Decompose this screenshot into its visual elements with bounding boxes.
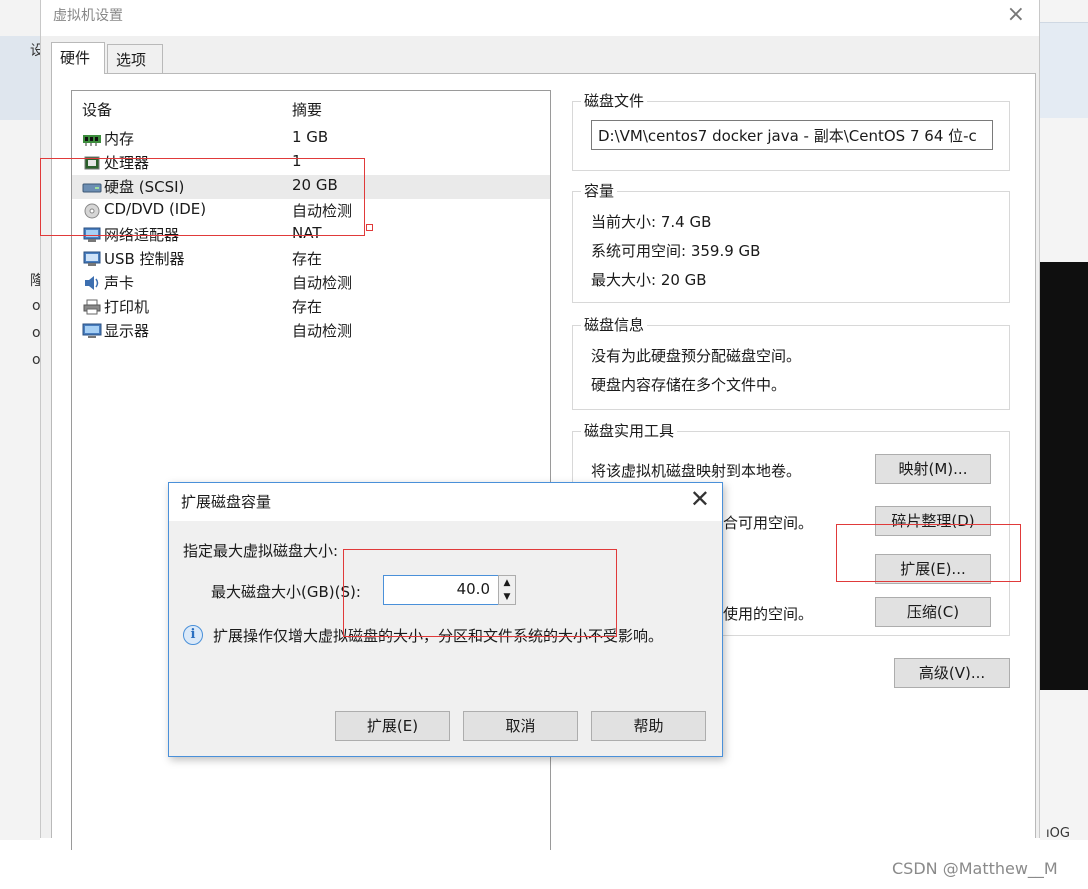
device-name: 硬盘 (SCSI) — [104, 178, 185, 196]
device-name: 显示器 — [104, 322, 150, 340]
info-icon: i — [183, 625, 203, 645]
background-right-panel: ıOG — [1040, 0, 1088, 841]
background-left-panel: 设 隆 o o o — [0, 0, 44, 840]
device-row-display[interactable]: 显示器 自动检测 — [72, 319, 550, 343]
group-title: 磁盘实用工具 — [581, 420, 678, 441]
specify-size-label: 指定最大虚拟磁盘大小: — [183, 542, 339, 560]
dialog-expand-button[interactable]: 扩展(E) — [335, 711, 450, 741]
tab-options[interactable]: 选项 — [107, 44, 163, 74]
expand-button[interactable]: 扩展(E)... — [875, 554, 991, 584]
device-summary: 自动检测 — [292, 274, 353, 292]
column-header-summary[interactable]: 摘要 — [292, 99, 322, 120]
current-size-text: 当前大小: 7.4 GB — [591, 213, 712, 231]
device-summary: 1 — [292, 152, 302, 170]
device-summary: NAT — [292, 224, 322, 242]
watermark: CSDN @Matthew__M — [892, 859, 1058, 878]
available-space-text: 系统可用空间: 359.9 GB — [591, 242, 761, 260]
column-header-device[interactable]: 设备 — [82, 99, 112, 120]
background-text: ıOG — [1046, 826, 1070, 841]
cd-dvd-icon — [84, 203, 100, 219]
stepper-up-icon[interactable]: ▲ — [499, 576, 515, 590]
processor-icon — [84, 156, 100, 170]
device-summary: 存在 — [292, 298, 323, 316]
device-name: 处理器 — [104, 154, 150, 172]
capacity-group: 容量 当前大小: 7.4 GB 系统可用空间: 359.9 GB 最大大小: 2… — [572, 180, 1010, 303]
memory-icon — [83, 135, 101, 146]
device-name: CD/DVD (IDE) — [104, 200, 207, 218]
device-row-cd-dvd[interactable]: CD/DVD (IDE) 自动检测 — [72, 199, 550, 223]
device-row-hard-disk[interactable]: 硬盘 (SCSI) 20 GB — [72, 175, 550, 199]
device-summary: 1 GB — [292, 128, 329, 146]
device-name: 网络适配器 — [104, 226, 180, 244]
device-row-usb-controller[interactable]: USB 控制器 存在 — [72, 247, 550, 271]
device-name: USB 控制器 — [104, 250, 185, 268]
close-icon[interactable]: × — [1007, 2, 1025, 27]
device-row-memory[interactable]: 内存 1 GB — [72, 127, 550, 151]
device-summary: 自动检测 — [292, 322, 353, 340]
title-bar: 虚拟机设置 × — [41, 0, 1039, 36]
disk-info-line: 没有为此硬盘预分配磁盘空间。 — [591, 347, 802, 365]
map-description: 将该虚拟机磁盘映射到本地卷。 — [591, 462, 802, 480]
printer-icon — [83, 299, 101, 315]
dialog-cancel-button[interactable]: 取消 — [463, 711, 578, 741]
network-adapter-icon — [83, 227, 101, 242]
max-size-text: 最大大小: 20 GB — [591, 271, 707, 289]
max-size-input[interactable]: 40.0 — [383, 575, 499, 605]
background-dark-area — [1040, 262, 1088, 690]
device-summary: 自动检测 — [292, 202, 353, 220]
window-title: 虚拟机设置 — [53, 8, 123, 24]
stepper-down-icon[interactable]: ▼ — [499, 590, 515, 604]
close-icon[interactable]: ✕ — [690, 485, 710, 513]
device-name: 内存 — [104, 130, 135, 148]
device-row-processor[interactable]: 处理器 1 — [72, 151, 550, 175]
device-name: 打印机 — [104, 298, 150, 316]
device-row-sound-card[interactable]: 声卡 自动检测 — [72, 271, 550, 295]
defrag-button[interactable]: 碎片整理(D) — [875, 506, 991, 536]
defrag-description: 合可用空间。 — [723, 514, 814, 532]
disk-file-group: 磁盘文件 D:\VM\centos7 docker java - 副本\Cent… — [572, 90, 1010, 171]
speaker-icon — [85, 276, 99, 290]
group-title: 磁盘文件 — [581, 90, 648, 111]
advanced-button[interactable]: 高级(V)... — [894, 658, 1010, 688]
background-strip — [1040, 22, 1088, 118]
tab-hardware[interactable]: 硬件 — [51, 42, 105, 74]
disk-file-path-field[interactable]: D:\VM\centos7 docker java - 副本\CentOS 7 … — [591, 120, 993, 150]
group-title: 磁盘信息 — [581, 314, 648, 335]
device-row-printer[interactable]: 打印机 存在 — [72, 295, 550, 319]
dialog-title-bar: 扩展磁盘容量 ✕ — [169, 483, 722, 521]
display-icon — [82, 323, 102, 338]
usb-controller-icon — [83, 251, 101, 266]
map-button[interactable]: 映射(M)... — [875, 454, 991, 484]
device-row-network-adapter[interactable]: 网络适配器 NAT — [72, 223, 550, 247]
group-title: 容量 — [581, 180, 618, 201]
info-text: 扩展操作仅增大虚拟磁盘的大小，分区和文件系统的大小不受影响。 — [213, 627, 664, 645]
device-summary: 20 GB — [292, 176, 338, 194]
compact-description: 使用的空间。 — [723, 605, 814, 623]
disk-info-group: 磁盘信息 没有为此硬盘预分配磁盘空间。 硬盘内容存储在多个文件中。 — [572, 314, 1010, 410]
hard-disk-icon — [82, 183, 102, 193]
dialog-title: 扩展磁盘容量 — [181, 493, 272, 511]
device-name: 声卡 — [104, 274, 135, 292]
disk-info-line: 硬盘内容存储在多个文件中。 — [591, 376, 787, 394]
max-size-label: 最大磁盘大小(GB)(S): — [211, 583, 361, 601]
annotation-handle — [366, 224, 373, 231]
expand-disk-dialog: 扩展磁盘容量 ✕ 指定最大虚拟磁盘大小: 最大磁盘大小(GB)(S): 40.0… — [168, 482, 723, 757]
size-stepper: ▲ ▼ — [498, 575, 516, 605]
dialog-help-button[interactable]: 帮助 — [591, 711, 706, 741]
device-summary: 存在 — [292, 250, 323, 268]
compact-button[interactable]: 压缩(C) — [875, 597, 991, 627]
